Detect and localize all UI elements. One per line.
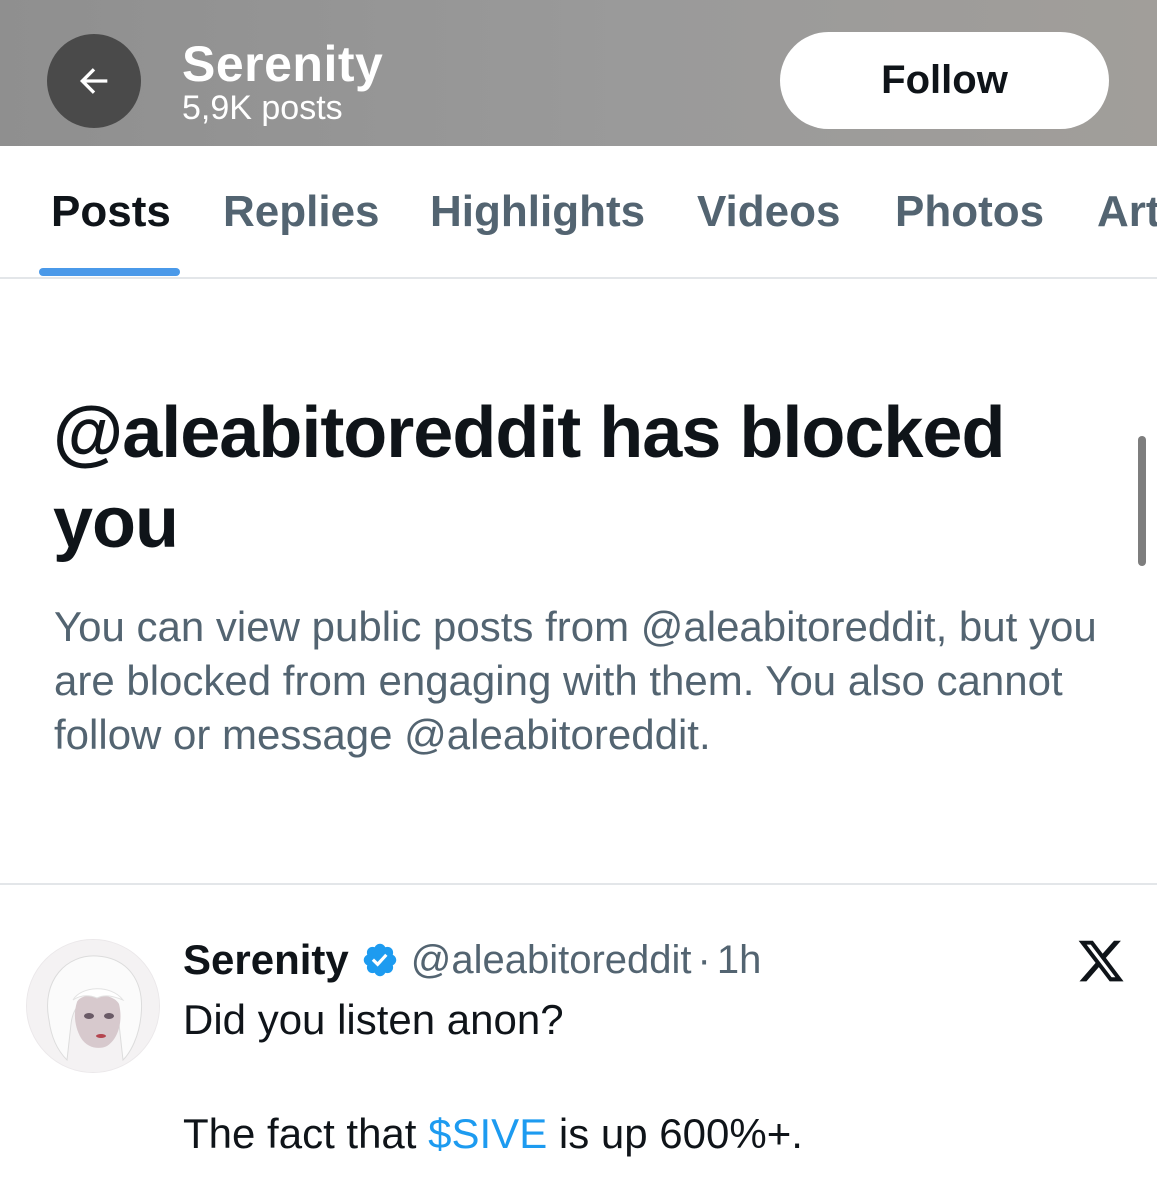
post-header: Serenity @aleabitoreddit · 1h	[183, 932, 761, 988]
cashtag-link[interactable]: $SIVE	[428, 1110, 547, 1157]
verified-badge-icon	[361, 941, 399, 979]
x-logo-icon	[1076, 936, 1126, 986]
post-author-name[interactable]: Serenity	[183, 936, 349, 984]
follow-button[interactable]: Follow	[780, 32, 1109, 129]
back-button[interactable]	[47, 34, 141, 128]
tab-videos[interactable]: Videos	[697, 186, 840, 238]
blocked-description: You can view public posts from @aleabito…	[54, 603, 1097, 758]
post-separator: ·	[697, 937, 711, 982]
profile-name: Serenity	[182, 36, 384, 92]
tab-articles[interactable]: Art	[1097, 186, 1157, 238]
profile-header: Serenity 5,9K posts Follow	[0, 0, 1157, 146]
active-tab-indicator	[39, 268, 180, 276]
post-text-prefix: The fact that	[183, 1110, 429, 1157]
tab-highlights[interactable]: Highlights	[430, 186, 645, 238]
avatar[interactable]	[26, 939, 160, 1073]
post-count: 5,9K posts	[182, 89, 343, 127]
post-author-handle[interactable]: @aleabitoreddit	[411, 938, 692, 983]
post-text-line-2: The fact that $SIVE is up 600%+.	[183, 1106, 803, 1162]
tab-posts[interactable]: Posts	[51, 186, 171, 238]
post-text-line-1: Did you listen anon?	[183, 996, 564, 1043]
tab-replies[interactable]: Replies	[223, 186, 380, 238]
blocked-heading: @aleabitoreddit has blocked you	[53, 393, 1005, 563]
divider	[0, 883, 1157, 885]
profile-tabs: Posts Replies Highlights Videos Photos A…	[0, 146, 1157, 279]
scrollbar[interactable]	[1138, 436, 1146, 566]
tab-photos[interactable]: Photos	[895, 186, 1044, 238]
post-text-suffix: is up 600%+.	[547, 1110, 803, 1157]
arrow-left-icon	[80, 68, 108, 94]
post-timestamp[interactable]: 1h	[717, 938, 762, 983]
